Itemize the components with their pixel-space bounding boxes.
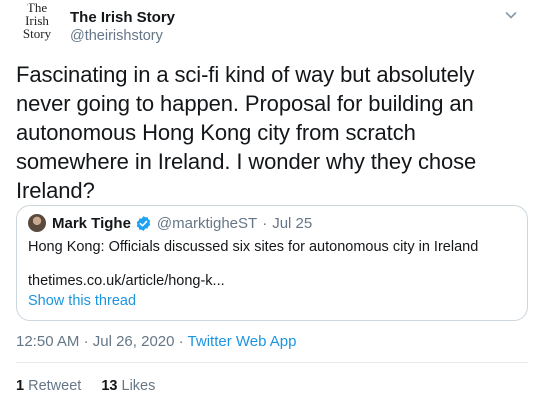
quoted-avatar bbox=[28, 214, 46, 232]
quoted-display-name: Mark Tighe bbox=[52, 214, 131, 232]
source-app-link[interactable]: Twitter Web App bbox=[188, 333, 297, 350]
tweet-date[interactable]: Jul 26, 2020 bbox=[93, 333, 175, 350]
quoted-tweet-header: Mark Tighe @marktigheST · Jul 25 bbox=[28, 214, 312, 232]
quoted-handle: @marktigheST bbox=[156, 214, 258, 232]
likes-stat[interactable]: 13 Likes bbox=[101, 376, 155, 396]
quoted-text: Hong Kong: Officials discussed six sites… bbox=[28, 239, 479, 255]
meta-separator: · bbox=[83, 333, 89, 350]
author-names: The Irish Story @theirishstory bbox=[70, 9, 175, 45]
display-name[interactable]: The Irish Story bbox=[70, 9, 175, 27]
retweets-count: 1 bbox=[16, 378, 25, 394]
quoted-date: Jul 25 bbox=[272, 214, 313, 232]
tweet-card: The Irish Story The Irish Story @theiris… bbox=[0, 0, 536, 402]
verified-badge-icon bbox=[135, 215, 152, 232]
tweet-time[interactable]: 12:50 AM bbox=[16, 333, 79, 350]
retweets-stat[interactable]: 1 Retweet bbox=[16, 376, 81, 396]
avatar-text-line-3: Story bbox=[22, 25, 52, 41]
avatar[interactable]: The Irish Story bbox=[16, 2, 58, 44]
retweets-label: Retweet bbox=[28, 378, 82, 394]
divider bbox=[16, 362, 528, 363]
quoted-separator: · bbox=[262, 214, 268, 232]
quoted-link[interactable]: thetimes.co.uk/article/hong-k... bbox=[28, 272, 225, 291]
engagement-stats: 1 Retweet 13 Likes bbox=[16, 376, 155, 396]
quoted-tweet[interactable]: Mark Tighe @marktigheST · Jul 25 Hong Ko… bbox=[16, 205, 528, 321]
user-handle[interactable]: @theirishstory bbox=[70, 27, 175, 45]
tweet-text: Fascinating in a sci-fi kind of way but … bbox=[16, 62, 477, 203]
avatar-text-line-1: The bbox=[26, 2, 48, 15]
meta-separator: · bbox=[178, 333, 184, 350]
show-thread-link[interactable]: Show this thread bbox=[28, 292, 136, 311]
tweet-metadata: 12:50 AM · Jul 26, 2020 · Twitter Web Ap… bbox=[16, 332, 297, 352]
likes-label: Likes bbox=[121, 378, 156, 394]
avatar-text-line-2: Irish bbox=[25, 12, 49, 28]
tweet-header: The Irish Story The Irish Story @theiris… bbox=[16, 2, 520, 44]
likes-count: 13 bbox=[101, 378, 118, 394]
chevron-down-icon[interactable] bbox=[502, 6, 520, 24]
